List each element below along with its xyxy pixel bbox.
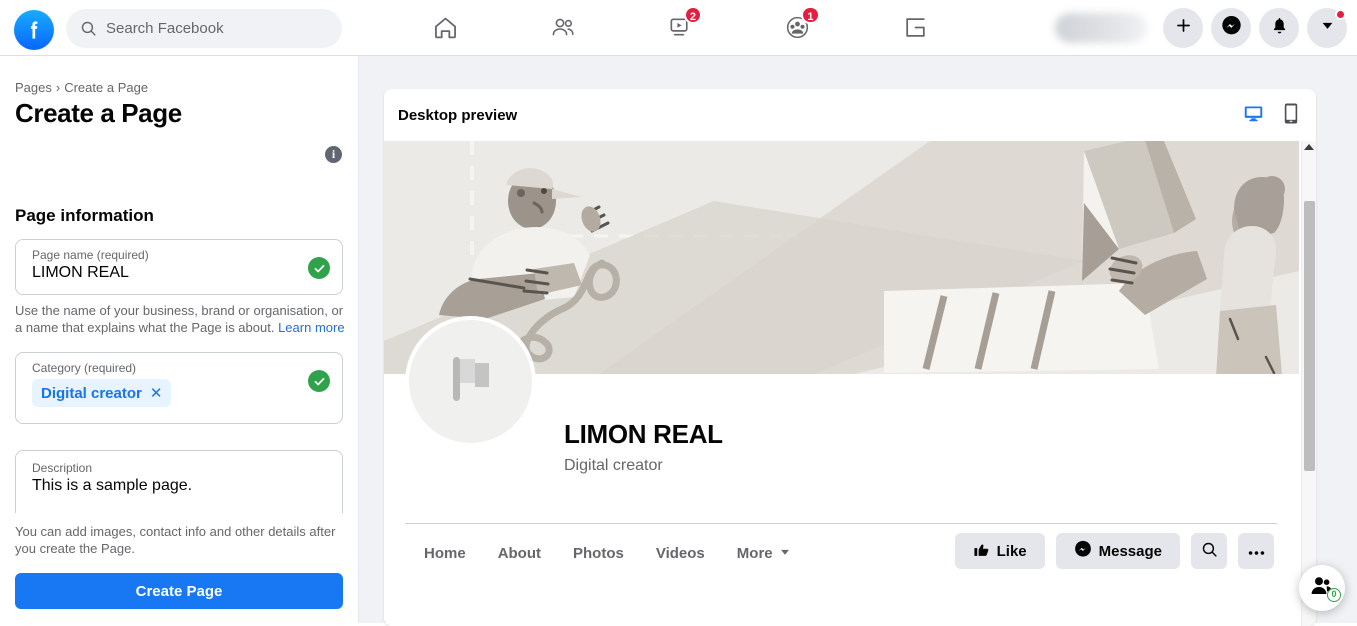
tab-about[interactable]: About	[482, 533, 557, 574]
tab-videos-label: Videos	[655, 545, 705, 562]
create-button[interactable]	[1163, 8, 1203, 48]
preview-scrollbar[interactable]	[1301, 141, 1316, 626]
contacts-fab-badge: 0	[1327, 588, 1341, 602]
chevron-down-icon	[1320, 18, 1335, 38]
account-menu-button[interactable]	[1307, 8, 1347, 48]
search-icon	[1201, 541, 1218, 562]
desktop-icon[interactable]	[1243, 103, 1264, 129]
breadcrumb-separator: ›	[55, 80, 61, 95]
preview-header: Desktop preview	[384, 89, 1316, 141]
mobile-icon[interactable]	[1284, 103, 1298, 129]
flag-placeholder-icon	[439, 347, 503, 416]
message-button[interactable]: Message	[1055, 533, 1180, 569]
nav-groups-button[interactable]: 1	[748, 4, 848, 52]
category-field[interactable]: Category (required) Digital creator ✕	[15, 352, 343, 424]
breadcrumb: Pages › Create a Page	[15, 80, 148, 95]
avatar[interactable]	[405, 316, 536, 447]
preview-header-title: Desktop preview	[398, 106, 518, 124]
messenger-icon	[1221, 15, 1242, 41]
scrollbar-thumb[interactable]	[1304, 201, 1315, 471]
category-chip-label: Digital creator	[41, 384, 142, 402]
like-button-label: Like	[996, 542, 1027, 560]
breadcrumb-root[interactable]: Pages	[15, 80, 52, 95]
search-icon	[80, 20, 97, 37]
topbar-right-actions	[1055, 0, 1347, 56]
thumbs-up-icon	[973, 541, 990, 562]
page-name-field[interactable]: Page name (required) LIMON REAL	[15, 239, 343, 295]
search-placeholder-text: Search Facebook	[106, 20, 224, 37]
tab-home[interactable]: Home	[408, 533, 482, 574]
preview-nav-divider	[405, 523, 1277, 524]
page-title: Create a Page	[15, 98, 182, 128]
nav-watch-button[interactable]: 2	[630, 4, 730, 52]
category-chip[interactable]: Digital creator ✕	[32, 379, 172, 407]
preview-tabs: Home About Photos Videos More	[408, 533, 807, 574]
page-name-helper-text: Use the name of your business, brand or …	[15, 302, 345, 336]
create-page-button[interactable]: Create Page	[15, 573, 343, 609]
message-button-label: Message	[1098, 542, 1162, 560]
description-label: Description	[32, 461, 93, 475]
scroll-up-arrow-icon[interactable]	[1304, 144, 1314, 150]
facebook-logo[interactable]	[14, 10, 54, 50]
category-chip-remove-icon[interactable]: ✕	[150, 384, 163, 402]
account-alert-dot	[1335, 9, 1346, 20]
primary-nav: 2 1	[395, 0, 965, 55]
category-valid-check-icon	[308, 370, 330, 392]
tab-about-label: About	[497, 545, 542, 562]
sidebar-footer-note: You can add images, contact info and oth…	[15, 524, 336, 556]
page-name-value: LIMON REAL	[32, 264, 129, 281]
nav-friends-button[interactable]	[513, 4, 613, 52]
description-value: This is a sample page.	[32, 477, 193, 494]
preview-body: LIMON REAL Digital creator Home About Ph…	[384, 141, 1316, 626]
tab-more[interactable]: More	[721, 533, 807, 574]
category-label: Category (required)	[32, 361, 137, 375]
tab-more-label: More	[736, 545, 773, 562]
nav-gaming-button[interactable]	[865, 4, 965, 52]
home-icon	[432, 14, 459, 41]
messenger-icon	[1074, 540, 1092, 562]
preview-profile-row: LIMON REAL Digital creator	[384, 316, 1299, 524]
search-page-button[interactable]	[1191, 533, 1227, 569]
info-icon[interactable]: i	[325, 146, 342, 163]
preview-page-category: Digital creator	[564, 457, 663, 474]
page-name-label: Page name (required)	[32, 248, 149, 262]
preview-page-name: LIMON REAL	[564, 419, 723, 449]
device-toggle-group	[1243, 103, 1298, 129]
top-navigation-bar: Search Facebook 2 1	[0, 0, 1357, 56]
contacts-fab-button[interactable]: 0	[1299, 565, 1345, 611]
search-input[interactable]: Search Facebook	[66, 9, 342, 48]
ellipsis-icon	[1248, 543, 1265, 560]
plus-icon	[1174, 16, 1193, 40]
like-button[interactable]: Like	[954, 533, 1045, 569]
breadcrumb-current: Create a Page	[64, 80, 149, 95]
create-page-sidebar: Pages › Create a Page Create a Page i Page…	[0, 56, 359, 623]
tab-photos[interactable]: Photos	[557, 533, 640, 574]
preview-actions: Like Message	[954, 533, 1274, 569]
gaming-icon	[903, 15, 928, 40]
notifications-button[interactable]	[1259, 8, 1299, 48]
section-title-page-information: Page information	[15, 206, 154, 225]
messenger-button[interactable]	[1211, 8, 1251, 48]
sidebar-footer: You can add images, contact info and oth…	[0, 513, 358, 623]
more-options-button[interactable]	[1238, 533, 1274, 569]
preview-area: Desktop preview LIMON REAL Digital creat…	[359, 56, 1357, 626]
tab-home-label: Home	[424, 545, 466, 562]
tab-photos-label: Photos	[573, 545, 624, 562]
learn-more-link[interactable]: Learn more	[278, 320, 344, 335]
groups-badge: 1	[801, 5, 820, 24]
chevron-down-icon	[779, 545, 791, 562]
preview-card: Desktop preview LIMON REAL Digital creat…	[384, 89, 1316, 626]
bell-icon	[1270, 16, 1289, 40]
cover-photo[interactable]	[384, 141, 1299, 374]
tab-videos[interactable]: Videos	[640, 533, 721, 574]
page-name-valid-check-icon	[308, 257, 330, 279]
watch-badge: 2	[683, 5, 702, 24]
nav-home-button[interactable]	[395, 4, 495, 52]
profile-name-chip[interactable]	[1055, 13, 1147, 43]
friends-icon	[549, 14, 577, 42]
